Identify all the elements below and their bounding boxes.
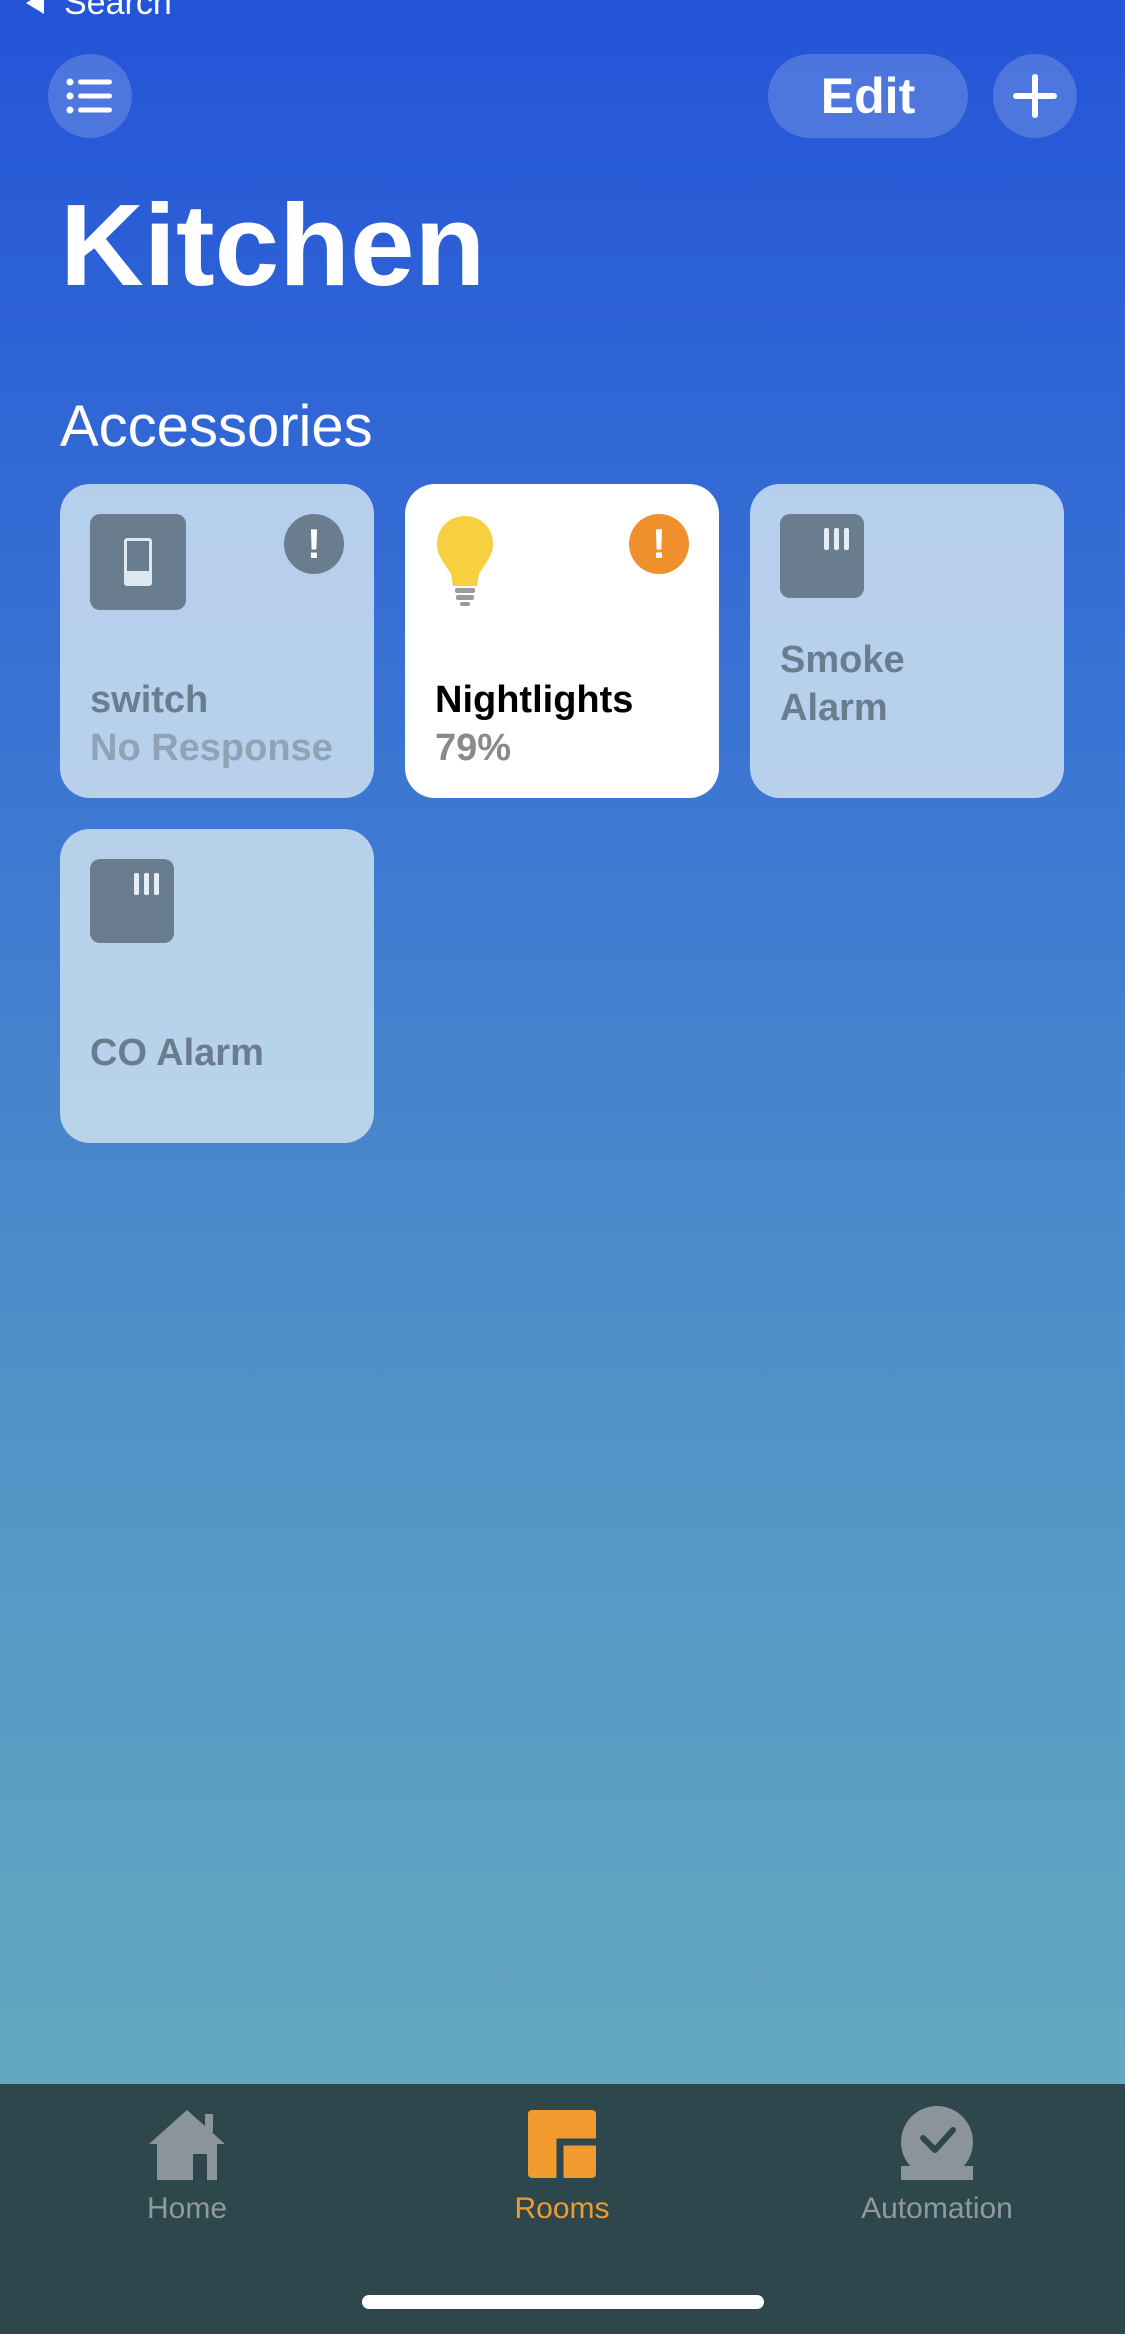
lightbulb-icon — [437, 516, 493, 606]
tile-name: Smoke Alarm — [780, 639, 905, 729]
tile-label: Nightlights 79% — [435, 676, 699, 772]
tab-rooms[interactable]: Rooms — [442, 2104, 682, 2226]
tab-automation[interactable]: Automation — [817, 2104, 1057, 2226]
accessories-section-title: Accessories — [60, 394, 373, 459]
tab-home[interactable]: Home — [67, 2104, 307, 2226]
back-to-search[interactable]: Search — [26, 0, 172, 22]
house-icon — [147, 2104, 227, 2184]
tile-name: CO Alarm — [90, 1032, 264, 1074]
co-alarm-icon — [90, 859, 174, 943]
light-switch-icon — [90, 514, 186, 610]
tab-label: Automation — [861, 2192, 1013, 2225]
tile-status: 79% — [435, 727, 512, 769]
tab-label: Rooms — [514, 2192, 610, 2225]
tile-label: Smoke Alarm — [780, 636, 1000, 732]
tab-label: Home — [146, 2192, 228, 2225]
smoke-alarm-icon — [780, 514, 864, 598]
back-arrow-icon — [26, 0, 44, 14]
tile-name: switch — [90, 679, 209, 721]
accessory-tile-nightlights[interactable]: ! Nightlights 79% — [405, 484, 719, 798]
home-indicator[interactable] — [362, 2295, 764, 2309]
edit-button[interactable]: Edit — [768, 54, 968, 138]
tile-name: Nightlights — [435, 679, 634, 721]
add-button[interactable] — [993, 54, 1077, 138]
back-label: Search — [64, 0, 172, 22]
room-title: Kitchen — [60, 180, 486, 310]
plus-icon — [1013, 74, 1057, 118]
rooms-icon — [522, 2104, 602, 2184]
tile-label: CO Alarm — [90, 1029, 354, 1077]
tile-label: switch No Response — [90, 676, 354, 772]
accessory-tile-co-alarm[interactable]: CO Alarm — [60, 829, 374, 1143]
home-menu-button[interactable] — [48, 54, 132, 138]
warning-badge-icon: ! — [629, 514, 689, 574]
accessory-tile-switch[interactable]: ! switch No Response — [60, 484, 374, 798]
warning-badge-icon: ! — [284, 514, 344, 574]
accessory-tile-smoke-alarm[interactable]: Smoke Alarm — [750, 484, 1064, 798]
list-icon — [66, 78, 112, 114]
automation-clock-icon — [897, 2104, 977, 2184]
tile-status: No Response — [90, 727, 333, 769]
